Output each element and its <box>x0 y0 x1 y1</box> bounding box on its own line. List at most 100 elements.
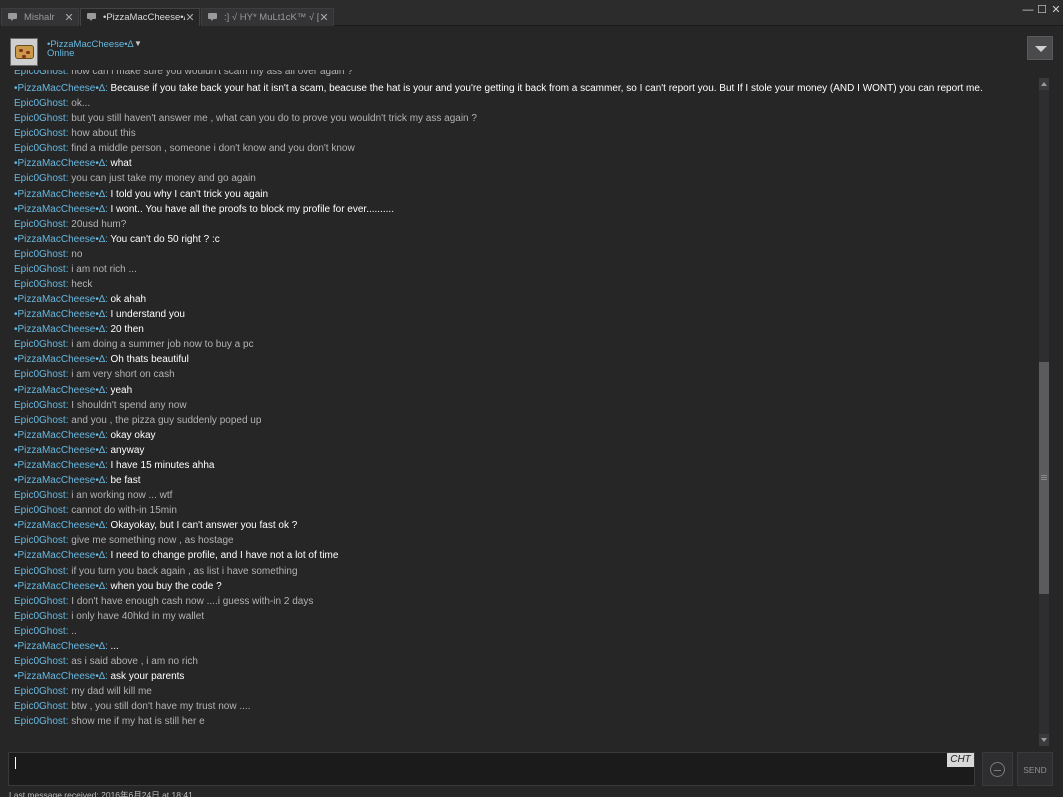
message-sender[interactable]: Epic0Ghost <box>14 490 66 501</box>
message-sender[interactable]: Epic0Ghost <box>14 505 66 516</box>
message-text: what <box>110 158 132 170</box>
avatar[interactable] <box>10 38 38 66</box>
message-text: I have 15 minutes ahha <box>110 459 215 471</box>
message-sender[interactable]: Epic0Ghost <box>14 611 66 622</box>
message-sender[interactable]: •PizzaMacCheese•∆ <box>14 294 105 305</box>
chat-message: Epic0Ghost: I shouldn't spend any now <box>14 398 1034 413</box>
message-text: i am not rich ... <box>71 263 137 275</box>
message-sender[interactable]: •PizzaMacCheese•∆ <box>14 83 105 94</box>
message-sender[interactable]: Epic0Ghost <box>14 415 66 426</box>
message-sender[interactable]: •PizzaMacCheese•∆ <box>14 430 105 441</box>
scroll-thumb[interactable] <box>1039 362 1049 594</box>
message-sender[interactable]: •PizzaMacCheese•∆ <box>14 189 105 200</box>
message-text: ok... <box>71 98 91 110</box>
message-sender[interactable]: Epic0Ghost <box>14 686 66 697</box>
message-text: .. <box>71 625 77 637</box>
chevron-down-icon[interactable]: ▼ <box>134 39 142 48</box>
maximize-icon[interactable]: ☐ <box>1036 4 1048 16</box>
minimize-icon[interactable]: — <box>1022 4 1034 16</box>
chat-log[interactable]: Epic0Ghost: how can i make sure you woul… <box>8 70 1034 746</box>
message-sender[interactable]: Epic0Ghost <box>14 716 66 727</box>
chat-message: •PizzaMacCheese•∆: You can't do 50 right… <box>14 232 1034 247</box>
message-text: how about this <box>71 128 136 140</box>
chat-message: •PizzaMacCheese•∆: I told you why I can'… <box>14 187 1034 202</box>
message-sender[interactable]: •PizzaMacCheese•∆ <box>14 234 105 245</box>
chat-options-button[interactable] <box>1027 36 1053 60</box>
message-text: be fast <box>110 475 141 487</box>
chat-message: Epic0Ghost: how about this <box>14 126 1034 141</box>
chat-message: Epic0Ghost: cannot do with-in 15min <box>14 503 1034 518</box>
message-sender[interactable]: •PizzaMacCheese•∆ <box>14 158 105 169</box>
message-sender[interactable]: Epic0Ghost <box>14 113 66 124</box>
message-sender[interactable]: Epic0Ghost <box>14 656 66 667</box>
message-sender[interactable]: Epic0Ghost <box>14 219 66 230</box>
chevron-down-icon <box>1035 46 1047 52</box>
chat-bubble-icon <box>8 13 19 22</box>
message-text: if you turn you back again , as list i h… <box>71 565 298 577</box>
message-sender[interactable]: Epic0Ghost <box>14 566 66 577</box>
text-caret <box>15 757 16 769</box>
message-sender[interactable]: Epic0Ghost <box>14 173 66 184</box>
message-sender[interactable]: Epic0Ghost <box>14 70 66 77</box>
message-sender[interactable]: •PizzaMacCheese•∆ <box>14 445 105 456</box>
message-text: i am very short on cash <box>71 369 175 381</box>
message-sender[interactable]: Epic0Ghost <box>14 143 66 154</box>
message-sender[interactable]: Epic0Ghost <box>14 249 66 260</box>
message-text: ask your parents <box>110 671 185 683</box>
message-text: when you buy the code ? <box>110 580 222 592</box>
chat-message: •PizzaMacCheese•∆: Oh thats beautiful <box>14 352 1034 367</box>
message-sender[interactable]: Epic0Ghost <box>14 701 66 712</box>
ime-indicator[interactable]: CHT <box>947 753 974 767</box>
message-sender[interactable]: Epic0Ghost <box>14 339 66 350</box>
message-sender[interactable]: Epic0Ghost <box>14 535 66 546</box>
chat-message: •PizzaMacCheese•∆: ask your parents <box>14 669 1034 684</box>
message-sender[interactable]: Epic0Ghost <box>14 369 66 380</box>
chat-message: Epic0Ghost: as i said above , i am no ri… <box>14 654 1034 669</box>
message-sender[interactable]: •PizzaMacCheese•∆ <box>14 324 105 335</box>
tab-mishalr[interactable]: Mishalr ✕ <box>1 8 79 26</box>
message-sender[interactable]: •PizzaMacCheese•∆ <box>14 641 105 652</box>
chat-message: Epic0Ghost: i am very short on cash <box>14 367 1034 382</box>
message-text: yeah <box>110 384 133 396</box>
scroll-down-arrow-icon[interactable] <box>1039 734 1049 746</box>
message-sender[interactable]: •PizzaMacCheese•∆ <box>14 550 105 561</box>
message-sender[interactable]: Epic0Ghost <box>14 626 66 637</box>
message-text: okay okay <box>110 429 156 441</box>
tab-multick[interactable]: :] √ HY* MuLt1cK™ √ [: ✕ <box>201 8 334 26</box>
tab-close-icon[interactable]: ✕ <box>64 11 74 24</box>
message-sender[interactable]: •PizzaMacCheese•∆ <box>14 475 105 486</box>
message-sender[interactable]: •PizzaMacCheese•∆ <box>14 309 105 320</box>
chat-scrollbar[interactable] <box>1038 78 1050 746</box>
message-sender[interactable]: Epic0Ghost <box>14 596 66 607</box>
message-text: anyway <box>110 444 145 456</box>
tab-close-icon[interactable]: ✕ <box>185 11 195 24</box>
message-sender[interactable]: Epic0Ghost <box>14 98 66 109</box>
message-sender[interactable]: •PizzaMacCheese•∆ <box>14 354 105 365</box>
message-sender[interactable]: •PizzaMacCheese•∆ <box>14 460 105 471</box>
tab-pizzamaccheese[interactable]: •PizzaMacCheese•∆ ✕ <box>80 8 200 26</box>
message-sender[interactable]: Epic0Ghost <box>14 400 66 411</box>
send-button[interactable]: SEND <box>1017 752 1053 786</box>
message-sender[interactable]: Epic0Ghost <box>14 279 66 290</box>
message-sender[interactable]: •PizzaMacCheese•∆ <box>14 581 105 592</box>
close-window-icon[interactable]: ✕ <box>1050 4 1062 16</box>
message-sender[interactable]: •PizzaMacCheese•∆ <box>14 520 105 531</box>
message-input[interactable] <box>8 752 975 786</box>
message-text: cannot do with-in 15min <box>71 505 177 517</box>
scroll-up-arrow-icon[interactable] <box>1039 78 1049 90</box>
emoticon-button[interactable] <box>982 752 1013 786</box>
message-text: I don't have enough cash now ....i guess… <box>71 595 314 607</box>
chat-message: •PizzaMacCheese•∆: I have 15 minutes ahh… <box>14 458 1034 473</box>
message-sender[interactable]: Epic0Ghost <box>14 264 66 275</box>
message-sender[interactable]: •PizzaMacCheese•∆ <box>14 204 105 215</box>
chat-header: •PizzaMacCheese•∆ ▼ Online <box>0 27 1063 69</box>
message-sender[interactable]: Epic0Ghost <box>14 128 66 139</box>
message-sender[interactable]: •PizzaMacCheese•∆ <box>14 671 105 682</box>
message-sender[interactable]: •PizzaMacCheese•∆ <box>14 385 105 396</box>
tab-close-icon[interactable]: ✕ <box>319 11 329 24</box>
chat-message: Epic0Ghost: if you turn you back again ,… <box>14 564 1034 579</box>
message-text: I wont.. You have all the proofs to bloc… <box>110 203 394 215</box>
message-text: Okayokay, but I can't answer you fast ok… <box>110 520 298 532</box>
chat-message: •PizzaMacCheese•∆: 20 then <box>14 322 1034 337</box>
tab-label: :] √ HY* MuLt1cK™ √ [: <box>224 12 319 23</box>
